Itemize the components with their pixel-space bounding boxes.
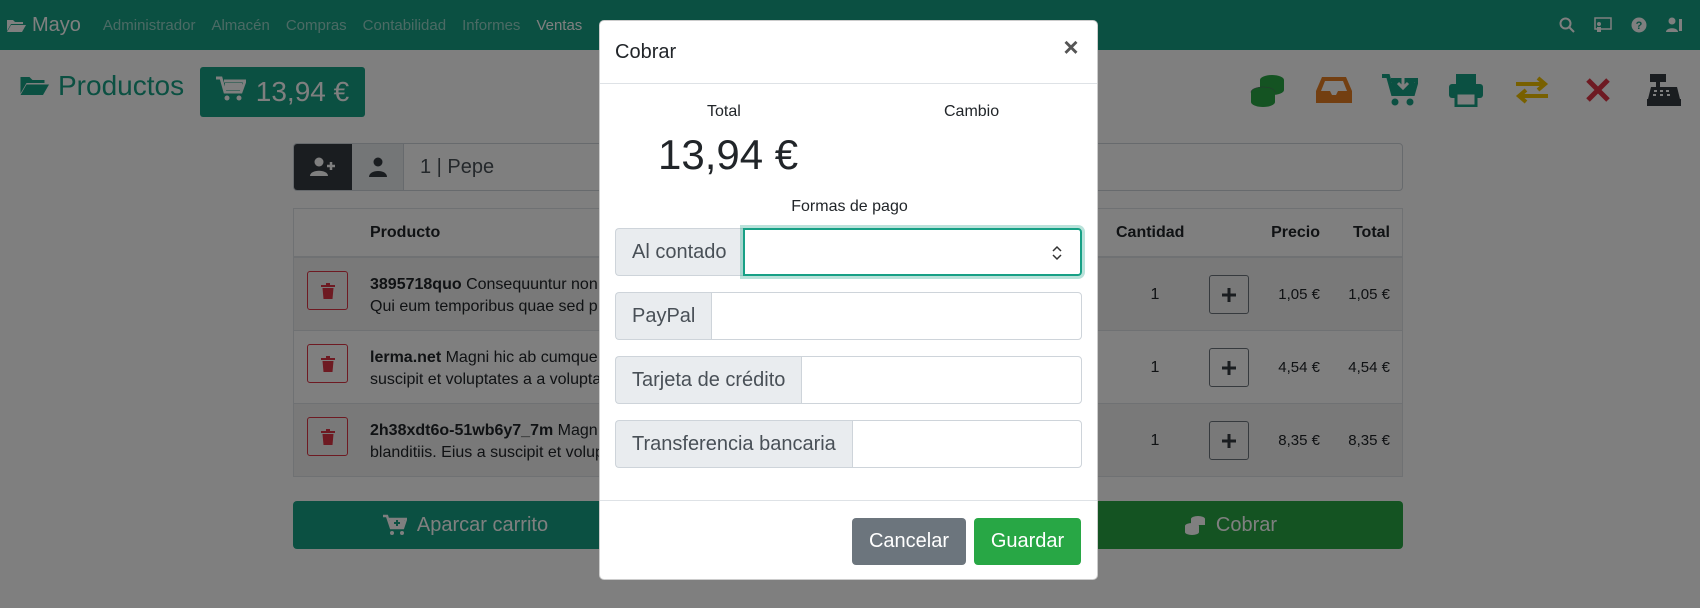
payment-methods-label: Formas de pago — [791, 198, 908, 215]
payment-row-paypal: PayPal — [615, 292, 1082, 340]
payment-label-bank-transfer: Transferencia bancaria — [615, 420, 852, 468]
payment-label-credit-card: Tarjeta de crédito — [615, 356, 802, 404]
paypal-input[interactable] — [711, 292, 1082, 340]
number-spinner[interactable] — [1052, 244, 1062, 262]
payment-label-paypal: PayPal — [615, 292, 712, 340]
save-button[interactable]: Guardar — [974, 518, 1081, 565]
payment-label-cash: Al contado — [615, 228, 743, 276]
payment-row-credit-card: Tarjeta de crédito — [615, 356, 1082, 404]
credit-card-input[interactable] — [801, 356, 1082, 404]
modal-footer: Cancelar Guardar — [600, 500, 1097, 579]
modal-title: Cobrar — [615, 41, 677, 63]
modal-header: Cobrar × — [600, 21, 1097, 84]
payment-row-cash: Al contado — [615, 228, 1082, 276]
bank-transfer-input[interactable] — [851, 420, 1082, 468]
payment-modal: Cobrar × Total Cambio 13,94 € Formas de … — [599, 20, 1098, 580]
payment-row-bank-transfer: Transferencia bancaria — [615, 420, 1082, 468]
close-icon[interactable]: × — [1059, 34, 1083, 60]
total-amount: 13,94 € — [658, 131, 799, 178]
spinner-arrows-icon — [1052, 245, 1062, 261]
cash-input[interactable] — [742, 228, 1082, 276]
cancel-button[interactable]: Cancelar — [852, 518, 966, 565]
total-label: Total — [707, 103, 741, 120]
change-label: Cambio — [944, 103, 1000, 120]
